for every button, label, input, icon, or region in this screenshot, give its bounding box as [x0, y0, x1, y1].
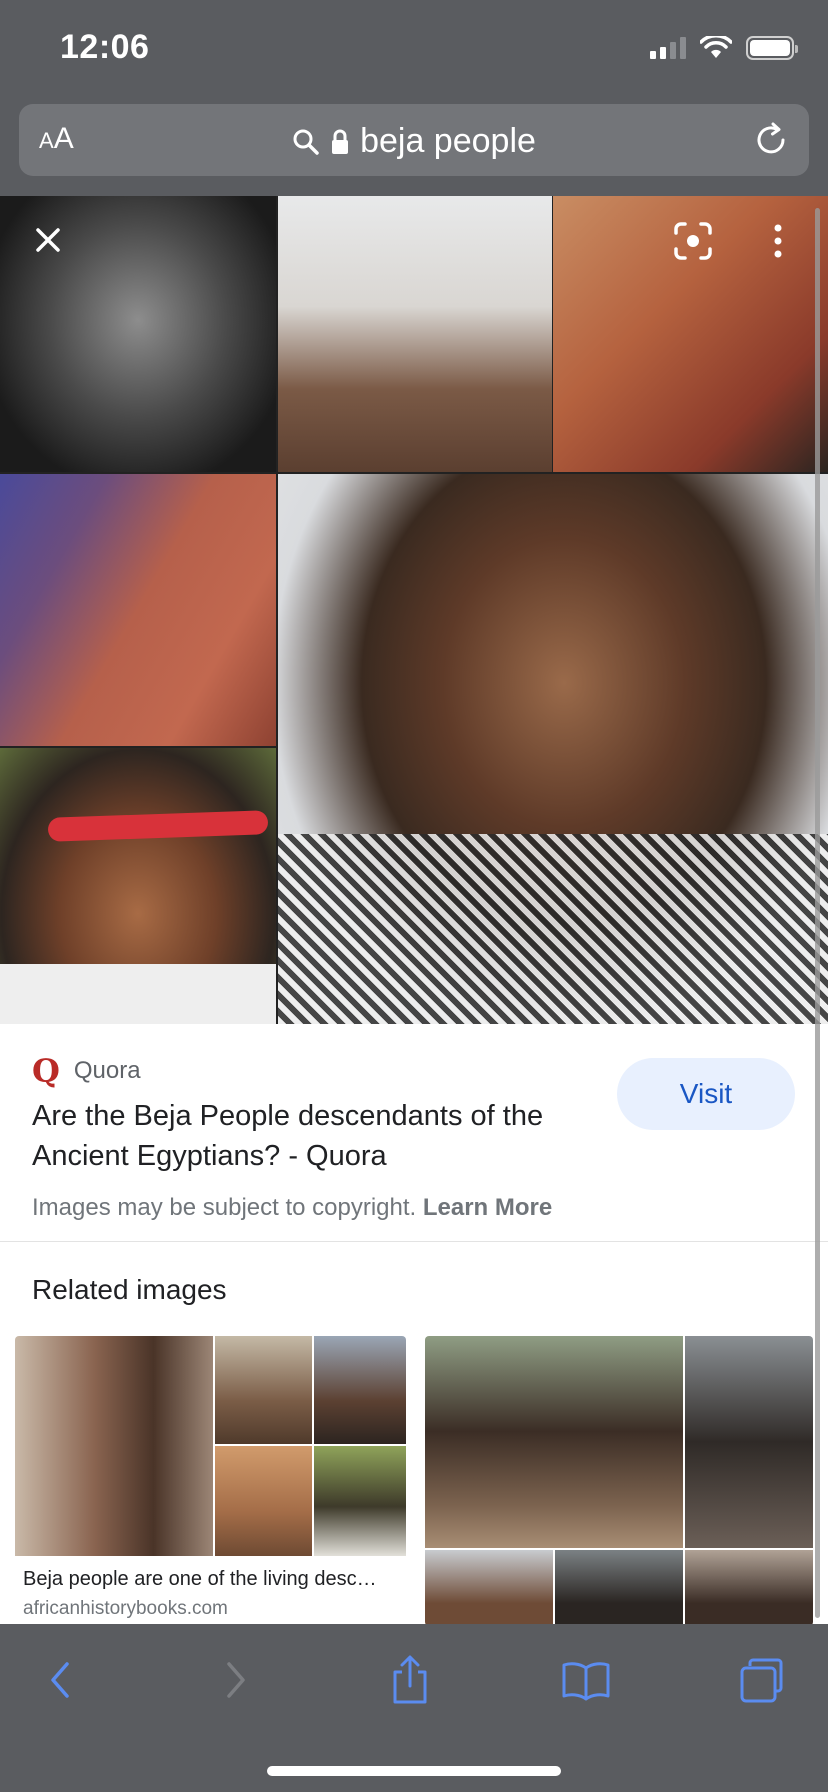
bookmarks-button[interactable]: [556, 1652, 616, 1708]
home-indicator[interactable]: [267, 1766, 561, 1776]
copyright-text: Images may be subject to copyright.: [32, 1194, 417, 1221]
battery-icon: [746, 36, 798, 60]
cellular-signal-icon: [650, 37, 686, 59]
quora-logo-icon: Q: [32, 1052, 60, 1090]
learn-more-link[interactable]: Learn More: [423, 1194, 552, 1221]
result-title[interactable]: Are the Beja People descendants of the A…: [32, 1096, 592, 1176]
tabs-button[interactable]: [732, 1652, 792, 1708]
status-icons: [650, 36, 798, 60]
related-image-thumbnail: [425, 1336, 813, 1626]
related-image-card[interactable]: Beja people are one of the living desc… …: [15, 1336, 406, 1626]
back-icon: [51, 1662, 69, 1698]
related-images-heading: Related images: [32, 1274, 227, 1305]
image-preview[interactable]: [0, 196, 828, 1024]
url-text: beja people: [360, 122, 536, 160]
related-image-thumbnail: [15, 1336, 406, 1556]
source-name: Quora: [73, 1057, 141, 1084]
lock-icon: [332, 129, 349, 154]
browser-top-chrome: 12:06 AA beja people: [0, 0, 828, 196]
url-display[interactable]: beja people: [19, 122, 809, 161]
visit-button[interactable]: Visit: [617, 1058, 795, 1130]
more-vert-icon[interactable]: [766, 220, 790, 262]
forward-button[interactable]: [206, 1652, 266, 1708]
lens-icon[interactable]: [672, 220, 714, 262]
source-row[interactable]: Q Quora: [32, 1052, 141, 1090]
search-icon: [293, 129, 319, 155]
result-info: Q Quora Are the Beja People descendants …: [0, 1024, 828, 1242]
status-time: 12:06: [60, 28, 150, 66]
scroll-indicator: [815, 208, 820, 1618]
forward-icon: [227, 1662, 245, 1698]
close-icon[interactable]: [28, 220, 68, 260]
collage-photo-main: [278, 474, 828, 1024]
bookmarks-icon: [562, 1662, 610, 1701]
copyright-notice: Images may be subject to copyright. Lear…: [32, 1194, 552, 1222]
related-image-source: africanhistorybooks.com: [23, 1598, 228, 1619]
collage-photo-2: [278, 196, 552, 472]
collage-relief: [0, 474, 276, 746]
collage-photo-3: [0, 748, 276, 1024]
back-button[interactable]: [30, 1652, 90, 1708]
address-bar[interactable]: AA beja people: [19, 104, 809, 176]
related-image-caption: Beja people are one of the living desc…: [23, 1568, 377, 1590]
tabs-icon: [740, 1658, 783, 1703]
share-icon: [393, 1655, 427, 1704]
share-button[interactable]: [380, 1652, 440, 1708]
related-image-card[interactable]: [425, 1336, 813, 1626]
wifi-icon: [700, 36, 732, 58]
reload-icon[interactable]: [749, 118, 793, 162]
